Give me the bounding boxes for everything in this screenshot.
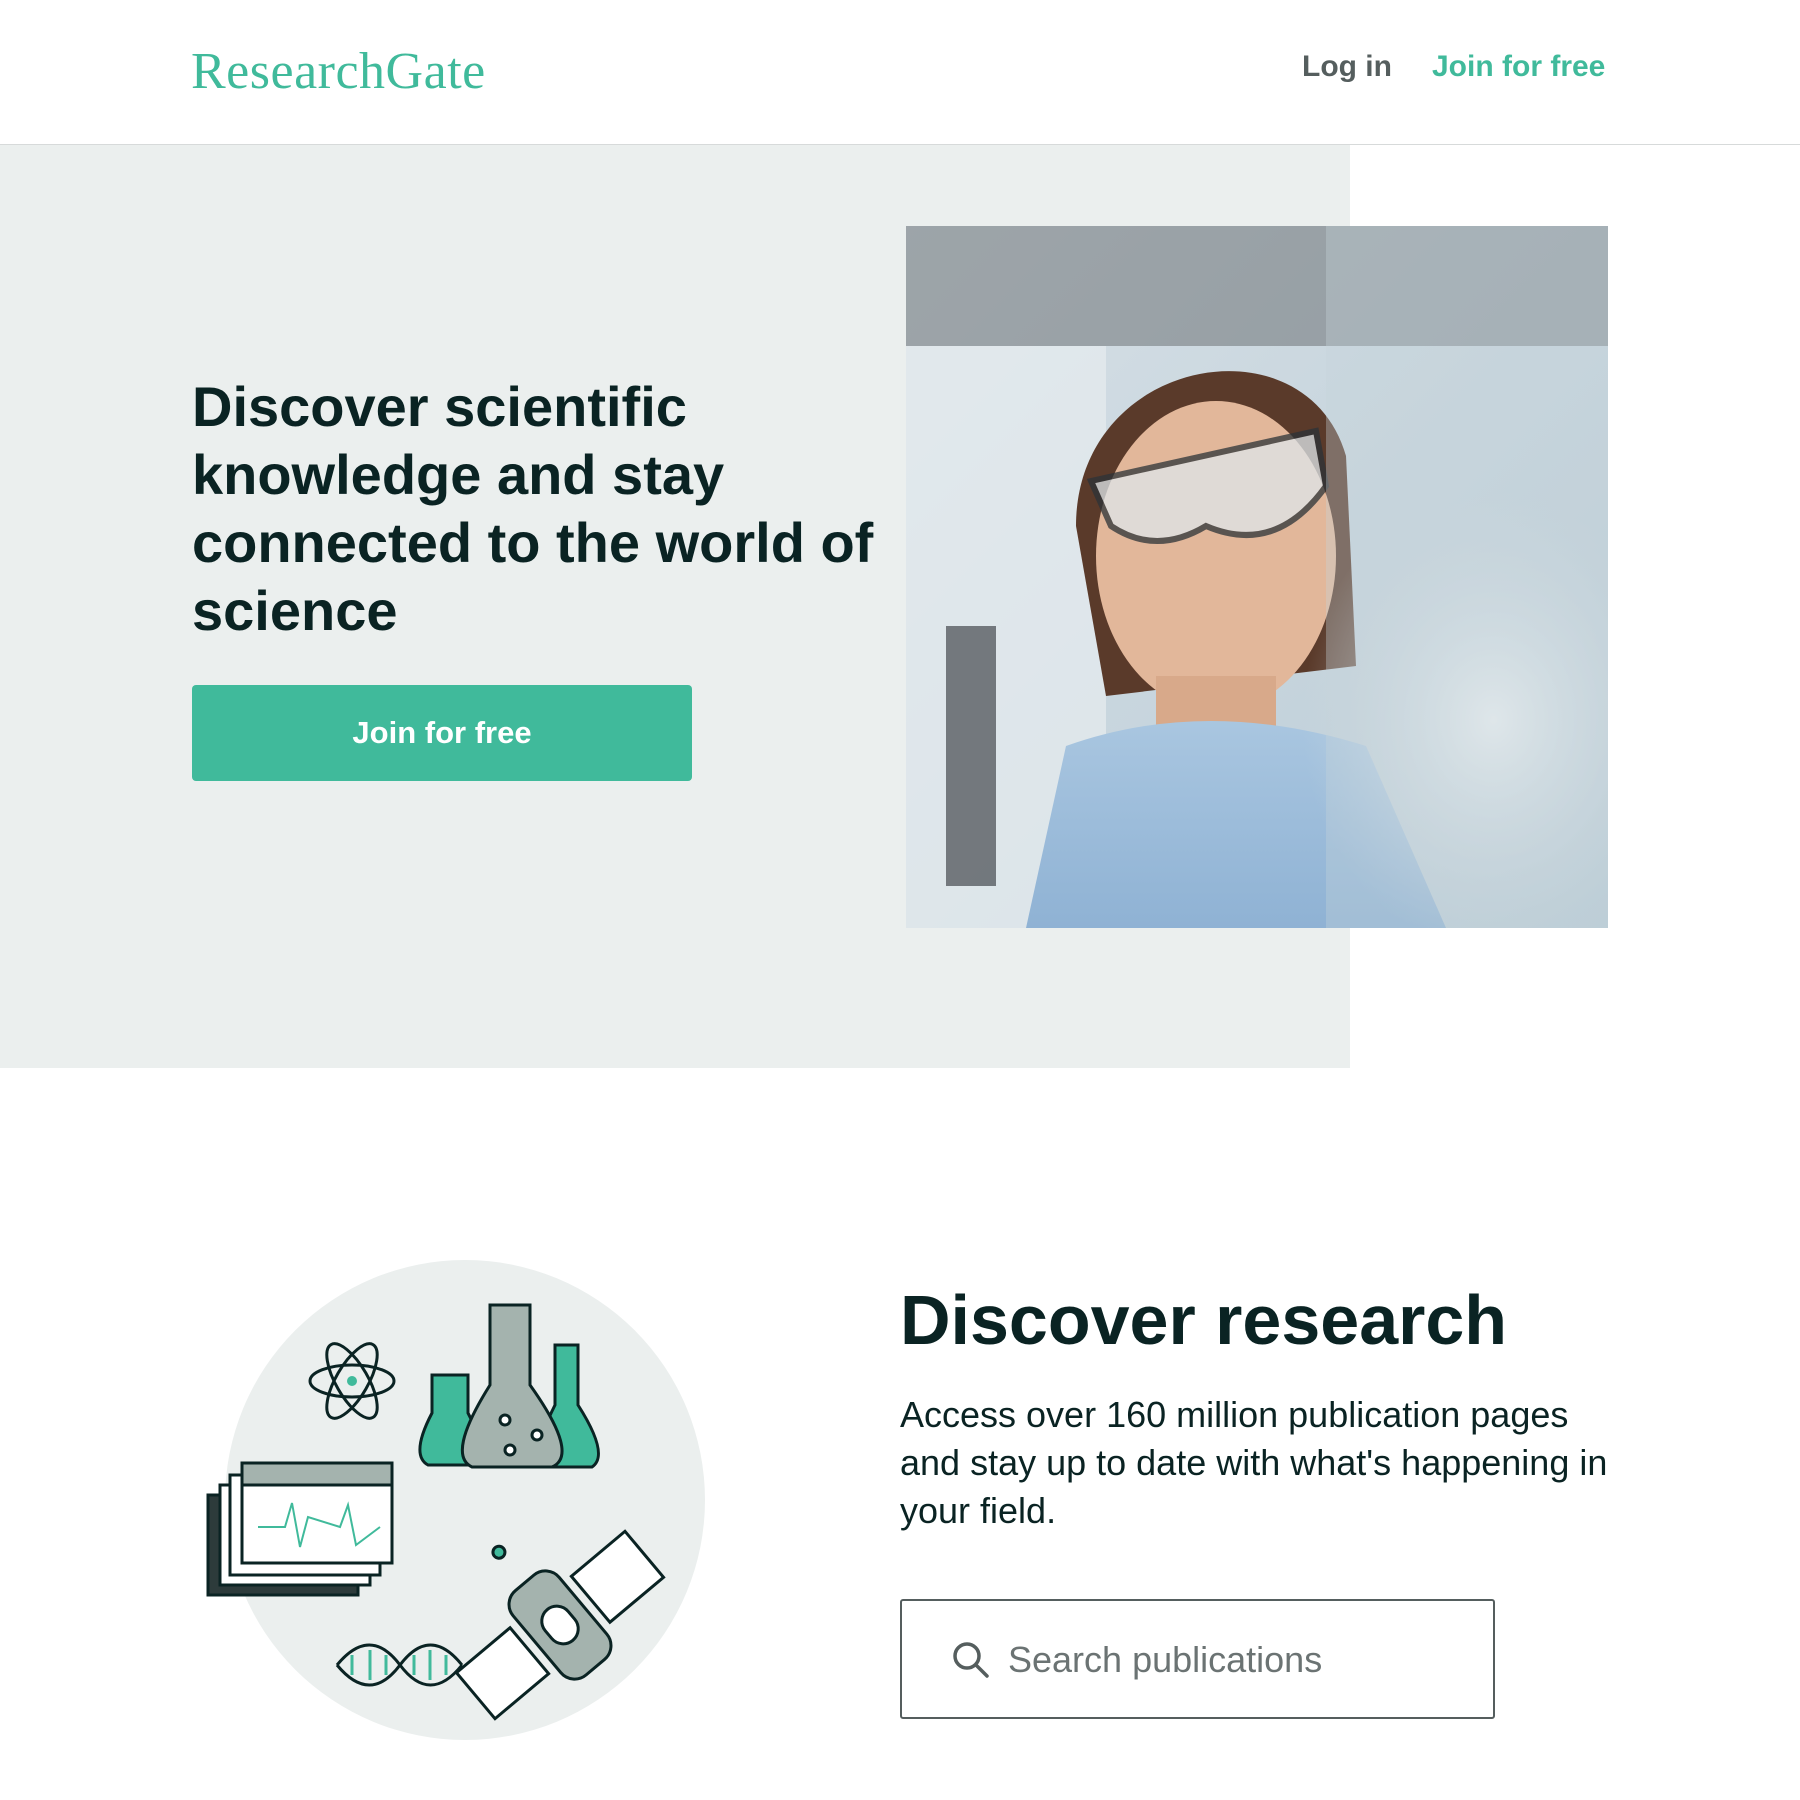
hero-photo	[906, 226, 1608, 928]
search-box[interactable]	[900, 1599, 1495, 1719]
join-link[interactable]: Join for free	[1432, 50, 1605, 84]
discover-description: Access over 160 million publication page…	[900, 1394, 1608, 1531]
join-for-free-button[interactable]: Join for free	[192, 685, 692, 781]
logo[interactable]: ResearchGate	[191, 42, 486, 101]
hero-title: Discover scientific knowledge and stay c…	[192, 375, 874, 642]
search-icon	[953, 1642, 989, 1678]
search-input[interactable]	[1008, 1625, 1478, 1695]
monitor-window-icon	[206, 1461, 394, 1597]
research-illustration	[200, 1255, 720, 1755]
login-link[interactable]: Log in	[1302, 50, 1392, 84]
site-header: ResearchGate Log in Join for free	[0, 0, 1800, 145]
discover-title: Discover research	[900, 1281, 1508, 1359]
